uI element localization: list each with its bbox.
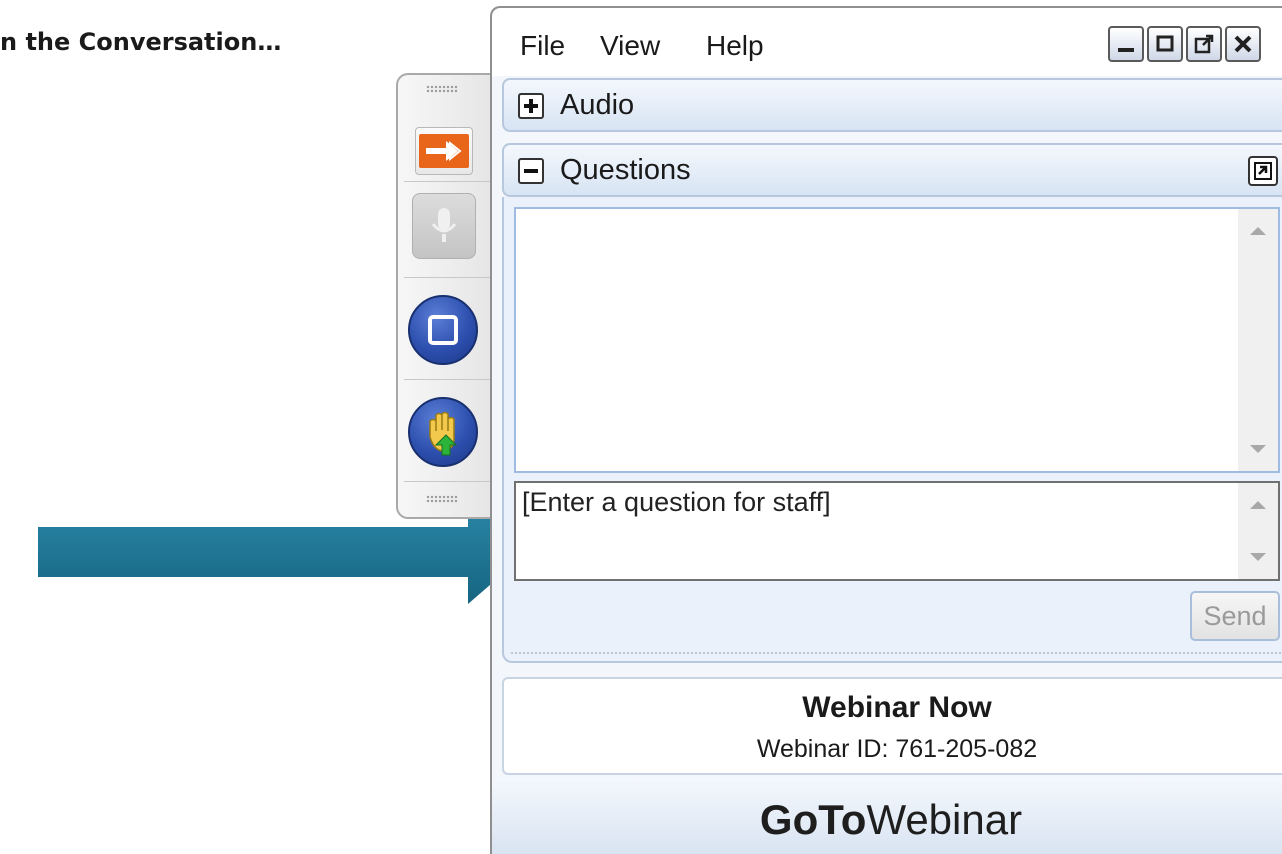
plus-icon: [524, 99, 538, 113]
control-panel-window: File View Help Audio Questions [Enter a …: [490, 6, 1282, 854]
toolbar-divider: [404, 277, 490, 278]
webinar-info: Webinar Now Webinar ID: 761-205-082: [502, 677, 1282, 775]
brand-logo-bold: GoTo: [759, 796, 867, 843]
questions-popout-button[interactable]: [1248, 156, 1278, 186]
menu-bar: File View Help: [492, 8, 1282, 76]
close-button[interactable]: [1225, 26, 1261, 62]
webinar-id: Webinar ID: 761-205-082: [756, 735, 1038, 763]
scroll-up-icon[interactable]: [1250, 227, 1266, 235]
brand-logo: GoToWebinar: [492, 794, 1282, 846]
close-icon: [1234, 35, 1252, 53]
popout-icon: [1254, 162, 1272, 180]
restore-button[interactable]: [1147, 26, 1183, 62]
show-panel-arrow-icon: [419, 134, 469, 168]
control-toolbar: [396, 73, 490, 519]
show-panel-button[interactable]: [415, 127, 473, 175]
brand-logo-light: Webinar: [866, 796, 1023, 843]
questions-log[interactable]: [514, 207, 1280, 473]
menu-help[interactable]: Help: [706, 26, 764, 66]
microphone-icon: [431, 208, 457, 242]
menu-file[interactable]: File: [520, 26, 565, 66]
webinar-title: Webinar Now: [802, 691, 992, 724]
question-input-scrollbar[interactable]: [1238, 483, 1278, 579]
toolbar-grip-top[interactable]: [426, 85, 458, 93]
audio-panel-title: Audio: [560, 89, 635, 121]
screen-icon: [428, 315, 458, 345]
expand-button[interactable]: [518, 93, 544, 119]
raise-hand-icon: [429, 411, 458, 456]
brand-footer: GoToWebinar: [492, 778, 1282, 854]
scroll-down-icon[interactable]: [1250, 553, 1266, 561]
toolbar-grip-bottom[interactable]: [426, 495, 458, 503]
raise-hand-button[interactable]: [408, 397, 478, 467]
popout-icon: [1194, 34, 1214, 54]
questions-panel-body: Send: [502, 197, 1282, 663]
scroll-down-icon[interactable]: [1250, 445, 1266, 453]
collapse-button[interactable]: [518, 158, 544, 184]
minimize-button[interactable]: [1108, 26, 1144, 62]
minus-icon: [524, 169, 538, 173]
show-screen-button[interactable]: [408, 295, 478, 365]
audio-panel-header[interactable]: Audio: [502, 78, 1282, 132]
slide-heading: n the Conversation…: [0, 28, 282, 56]
toolbar-divider: [404, 379, 490, 380]
restore-icon: [1156, 35, 1174, 52]
questions-panel-title: Questions: [560, 154, 691, 186]
scroll-up-icon[interactable]: [1250, 501, 1266, 509]
send-button[interactable]: Send: [1190, 591, 1280, 641]
questions-log-scrollbar[interactable]: [1238, 209, 1278, 471]
question-input-box: [514, 481, 1280, 581]
questions-panel-header[interactable]: Questions: [502, 143, 1282, 197]
toolbar-divider: [404, 481, 490, 482]
question-input[interactable]: [522, 487, 1232, 575]
minimize-icon: [1118, 48, 1134, 52]
toolbar-divider: [404, 181, 490, 182]
popout-button[interactable]: [1186, 26, 1222, 62]
menu-view[interactable]: View: [600, 26, 660, 66]
mic-button[interactable]: [412, 193, 476, 259]
